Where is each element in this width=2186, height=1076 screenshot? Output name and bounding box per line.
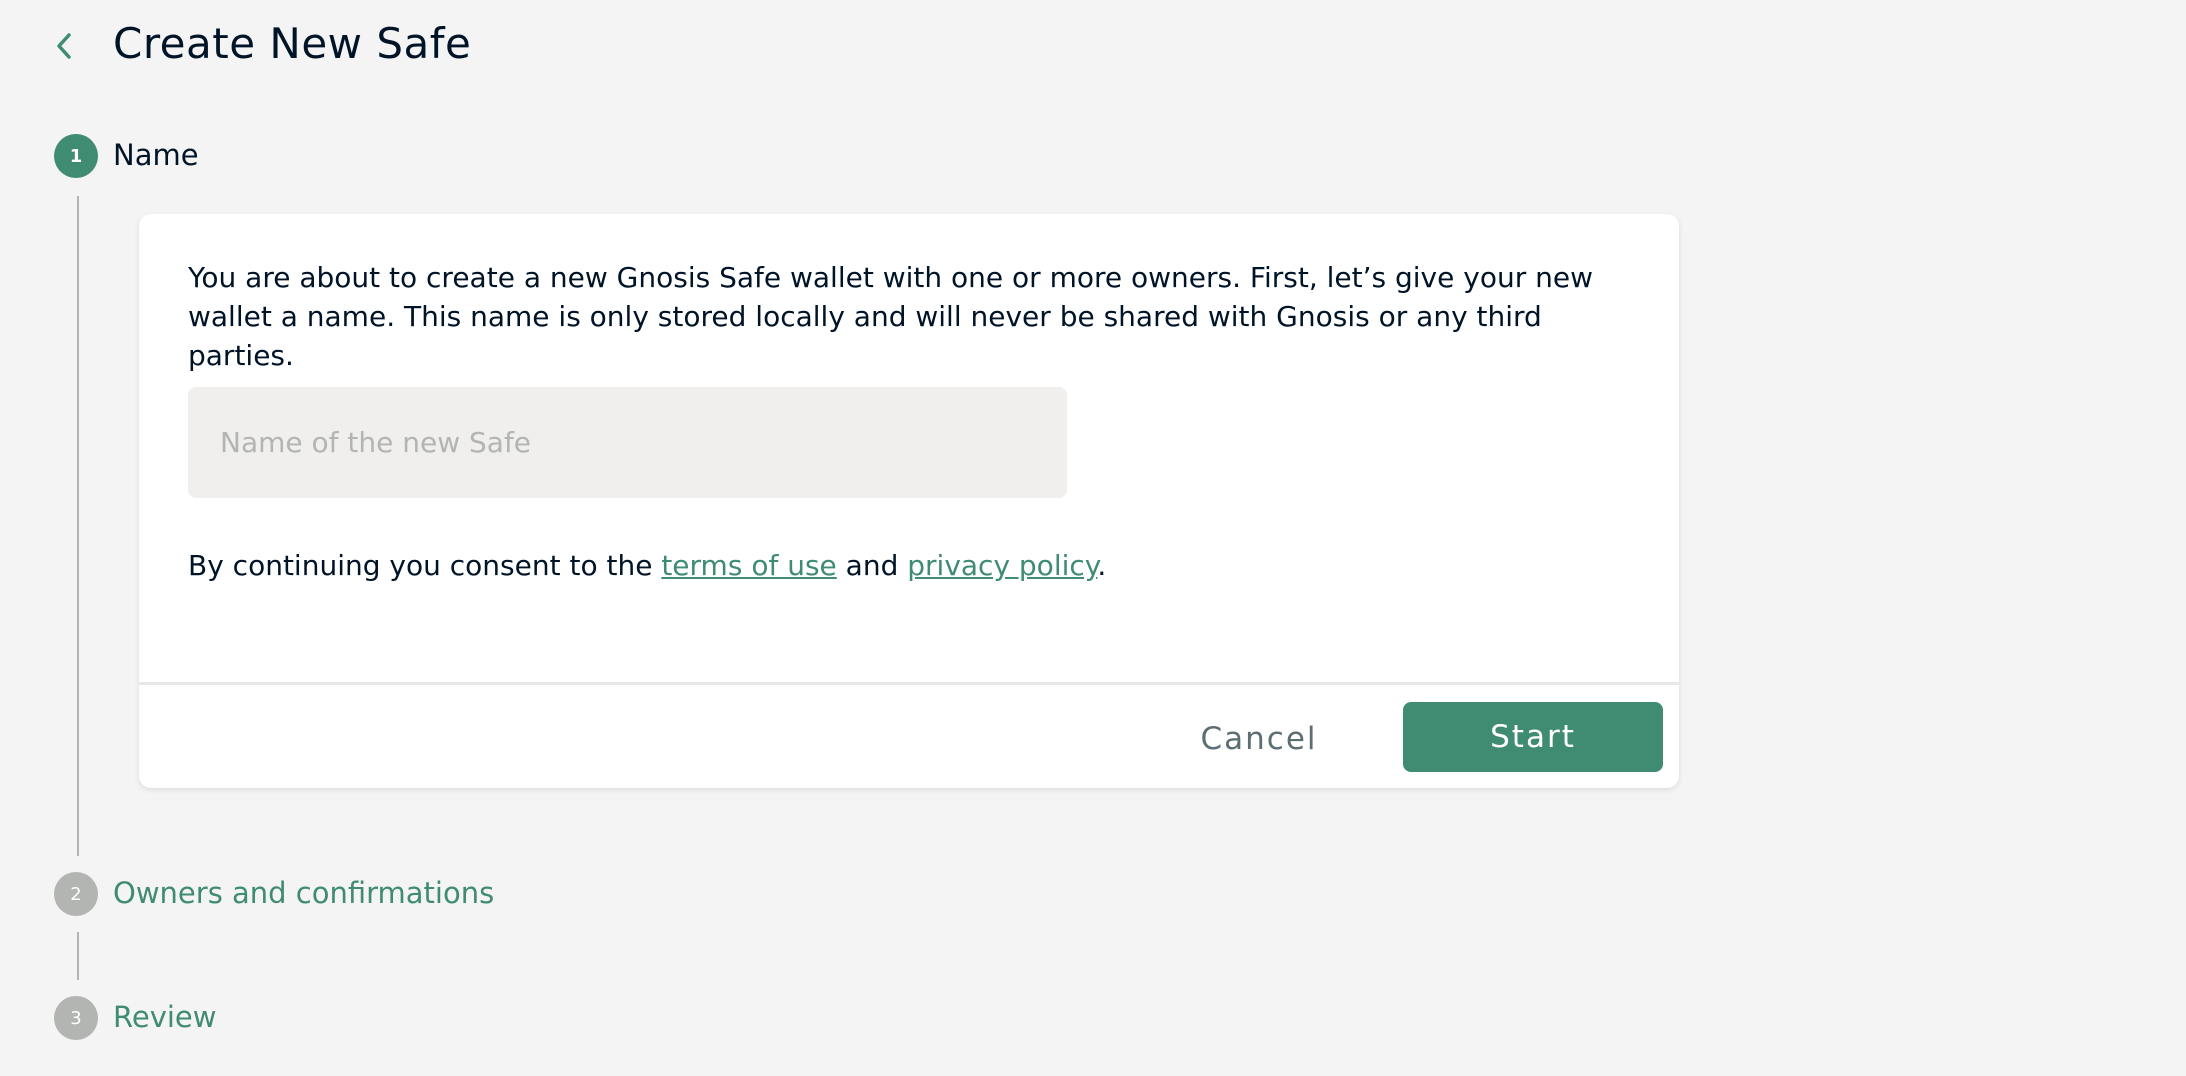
consent-suffix: . — [1097, 549, 1107, 582]
terms-of-use-link[interactable]: terms of use — [661, 549, 836, 582]
step-label-owners: Owners and confirmations — [113, 876, 495, 910]
name-step-card: You are about to create a new Gnosis Saf… — [139, 214, 1679, 788]
step-number-3: 3 — [54, 996, 98, 1040]
cancel-button[interactable]: Cancel — [1159, 704, 1359, 774]
step-connector — [77, 932, 79, 980]
consent-text: By continuing you consent to the terms o… — [188, 546, 1106, 586]
create-safe-page: Create New Safe 1 Name You are about to … — [0, 0, 2186, 1076]
step-number-2: 2 — [54, 872, 98, 916]
chevron-left-icon — [57, 33, 71, 59]
privacy-policy-link[interactable]: privacy policy — [907, 549, 1097, 582]
step-label-name: Name — [113, 138, 199, 172]
step-number-1: 1 — [54, 134, 98, 178]
card-description: You are about to create a new Gnosis Saf… — [188, 261, 1593, 372]
back-button[interactable] — [46, 26, 82, 66]
start-button[interactable]: Start — [1403, 702, 1663, 772]
step-label-review: Review — [113, 1000, 217, 1034]
safe-name-input[interactable] — [188, 387, 1067, 498]
consent-middle: and — [836, 549, 908, 582]
step-connector — [77, 196, 79, 856]
consent-prefix: By continuing you consent to the — [188, 549, 662, 582]
card-footer-divider — [139, 682, 1679, 685]
page-title: Create New Safe — [113, 19, 472, 68]
